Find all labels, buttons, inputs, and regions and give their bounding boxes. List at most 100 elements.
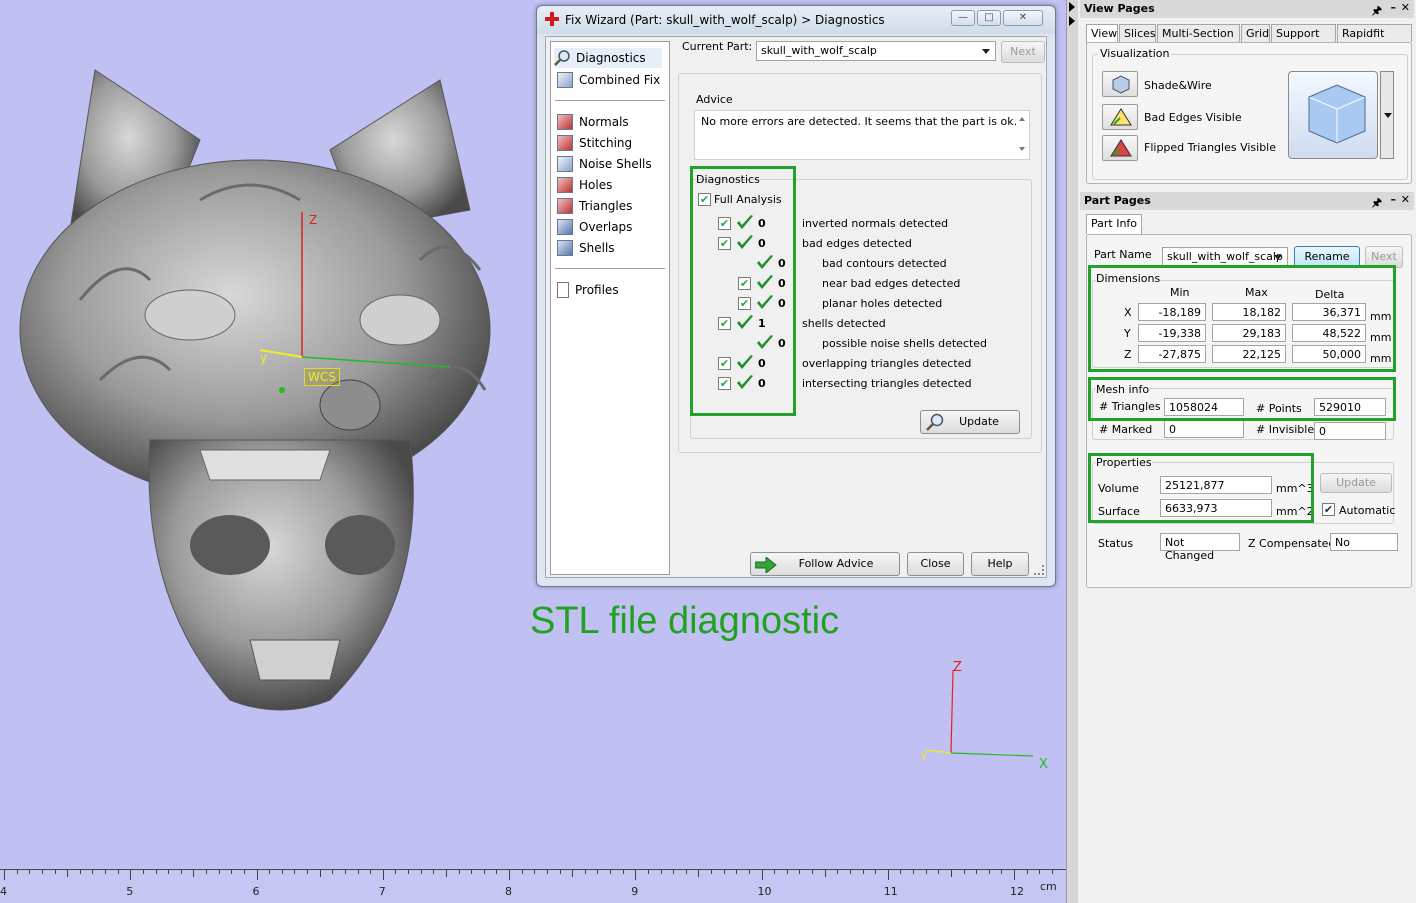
pin-icon[interactable]: 🖈 bbox=[1372, 194, 1382, 213]
shade-wire-button[interactable] bbox=[1102, 71, 1138, 97]
bad-edges-button[interactable] bbox=[1102, 104, 1138, 130]
ruler-label: 6 bbox=[252, 885, 260, 898]
maximize-button[interactable]: □ bbox=[977, 10, 1001, 26]
nav-item-overlaps[interactable]: Overlaps bbox=[557, 217, 632, 237]
nav-item-profiles[interactable]: Profiles bbox=[557, 280, 619, 300]
resize-grip-icon[interactable] bbox=[1034, 565, 1044, 575]
axis-triad: Z X y bbox=[921, 660, 1048, 772]
automatic-label: Automatic bbox=[1339, 504, 1396, 517]
ruler-tick bbox=[950, 870, 952, 877]
diagnostic-label: planar holes detected bbox=[822, 297, 943, 310]
nav-item-normals[interactable]: Normals bbox=[557, 112, 629, 132]
follow-advice-button[interactable]: Follow Advice bbox=[750, 552, 900, 576]
view-cube-preview[interactable] bbox=[1288, 71, 1378, 159]
tab-grid[interactable]: Grid bbox=[1241, 24, 1270, 42]
part-name-label: Part Name bbox=[1094, 248, 1152, 261]
ruler-tick bbox=[900, 870, 902, 874]
ruler-tick bbox=[963, 870, 965, 874]
dots-cube-icon bbox=[557, 156, 573, 172]
ruler-tick bbox=[130, 870, 132, 880]
close-window-button[interactable]: ✕ bbox=[1003, 10, 1043, 26]
ruler-label: 12 bbox=[1010, 885, 1024, 898]
tab-support-view[interactable]: Support View bbox=[1271, 24, 1336, 53]
view-pages-header: View Pages 🖈 – ✕ bbox=[1080, 0, 1414, 18]
nav-item-holes[interactable]: Holes bbox=[557, 175, 612, 195]
cube-icon bbox=[557, 219, 573, 235]
ruler-tick bbox=[483, 870, 485, 874]
close-button[interactable]: Close bbox=[907, 552, 964, 576]
scroll-up-arrow-icon[interactable] bbox=[1019, 117, 1025, 121]
ruler-tick bbox=[433, 870, 435, 874]
minimize-button[interactable]: — bbox=[951, 10, 975, 26]
help-button[interactable]: Help bbox=[971, 552, 1029, 576]
collapse-arrow-icon-2[interactable] bbox=[1069, 16, 1075, 26]
mesh-info-highlight-box bbox=[1088, 377, 1396, 421]
scroll-down-arrow-icon[interactable] bbox=[1019, 147, 1025, 151]
ruler-tick bbox=[370, 870, 372, 874]
ruler-label: 9 bbox=[631, 885, 639, 898]
green-arrow-icon bbox=[755, 557, 777, 573]
fix-wizard-title: Fix Wizard (Part: skull_with_wolf_scalp)… bbox=[565, 13, 885, 27]
ruler-tick bbox=[168, 870, 170, 874]
cube-icon bbox=[557, 177, 573, 193]
collapse-arrow-icon[interactable] bbox=[1069, 2, 1075, 12]
view-cube-dropdown[interactable] bbox=[1380, 71, 1394, 159]
nav-item-stitching[interactable]: Stitching bbox=[557, 133, 632, 153]
dimensions-highlight-box bbox=[1088, 265, 1396, 372]
ruler-tick bbox=[408, 870, 409, 874]
fix-wizard-window: Fix Wizard (Part: skull_with_wolf_scalp)… bbox=[536, 5, 1056, 587]
ruler-tick bbox=[1001, 870, 1003, 874]
minimize-panel-icon[interactable]: – bbox=[1391, 1, 1397, 14]
minimize-panel-icon[interactable]: – bbox=[1391, 193, 1397, 206]
update-button[interactable]: Update bbox=[920, 410, 1020, 434]
tab-rapidfit-view[interactable]: Rapidfit View bbox=[1337, 24, 1412, 53]
close-panel-icon[interactable]: ✕ bbox=[1401, 1, 1410, 14]
flipped-triangles-button[interactable] bbox=[1102, 135, 1138, 161]
status-label: Status bbox=[1098, 537, 1134, 550]
tab-view[interactable]: View bbox=[1086, 24, 1118, 44]
properties-update-button[interactable]: Update bbox=[1320, 473, 1392, 493]
current-part-dropdown[interactable]: skull_with_wolf_scalp bbox=[756, 41, 996, 61]
ruler-tick bbox=[471, 870, 473, 874]
tab-part-info[interactable]: Part Info bbox=[1086, 214, 1143, 234]
bad-edges-label: Bad Edges Visible bbox=[1144, 111, 1242, 124]
ruler-tick bbox=[635, 870, 637, 880]
update-label: Update bbox=[959, 415, 999, 428]
ruler-tick bbox=[938, 870, 940, 874]
panel-splitter[interactable] bbox=[1066, 0, 1078, 903]
ruler-tick bbox=[736, 870, 738, 874]
nav-item-shells[interactable]: Shells bbox=[557, 238, 615, 258]
ruler-label: 10 bbox=[757, 885, 772, 898]
fix-wizard-titlebar[interactable]: Fix Wizard (Part: skull_with_wolf_scalp)… bbox=[537, 6, 1055, 34]
flipped-triangle-icon bbox=[1110, 139, 1132, 157]
cube-icon bbox=[1112, 75, 1130, 94]
skull-wolf-model[interactable]: Z y bbox=[0, 0, 560, 730]
part-name-dropdown[interactable]: skull_with_wolf_scalp bbox=[1162, 247, 1288, 267]
ruler-tick bbox=[761, 870, 763, 880]
nav-item-combined-fix[interactable]: Combined Fix bbox=[557, 70, 660, 90]
nav-label: Normals bbox=[579, 115, 629, 129]
ruler-tick bbox=[660, 870, 662, 874]
right-panels: View Pages 🖈 – ✕ View Slices Multi-Section… bbox=[1078, 0, 1416, 903]
diagnostics-highlight-box bbox=[690, 166, 796, 416]
tab-slices[interactable]: Slices bbox=[1119, 24, 1156, 42]
ruler-tick bbox=[231, 870, 233, 874]
ruler-tick bbox=[332, 870, 334, 874]
ruler-tick bbox=[218, 870, 220, 874]
automatic-checkbox[interactable]: ✔ bbox=[1322, 503, 1335, 516]
nav-item-triangles[interactable]: Triangles bbox=[557, 196, 632, 216]
follow-advice-label: Follow Advice bbox=[798, 557, 874, 570]
cube-icon bbox=[557, 114, 573, 130]
ruler-tick bbox=[344, 870, 346, 874]
ruler-tick bbox=[597, 870, 599, 874]
tab-multi-section[interactable]: Multi-Section bbox=[1157, 24, 1240, 42]
next-button[interactable]: Next bbox=[1001, 41, 1045, 63]
ruler-tick bbox=[647, 870, 649, 874]
pin-icon[interactable]: 🖈 bbox=[1372, 2, 1382, 21]
diagnostic-label: bad contours detected bbox=[822, 257, 947, 270]
nav-item-diagnostics[interactable]: Diagnostics bbox=[554, 48, 662, 68]
nav-item-noise-shells[interactable]: Noise Shells bbox=[557, 154, 652, 174]
ruler-tick bbox=[281, 870, 283, 874]
close-panel-icon[interactable]: ✕ bbox=[1401, 193, 1410, 206]
document-icon bbox=[557, 282, 569, 298]
